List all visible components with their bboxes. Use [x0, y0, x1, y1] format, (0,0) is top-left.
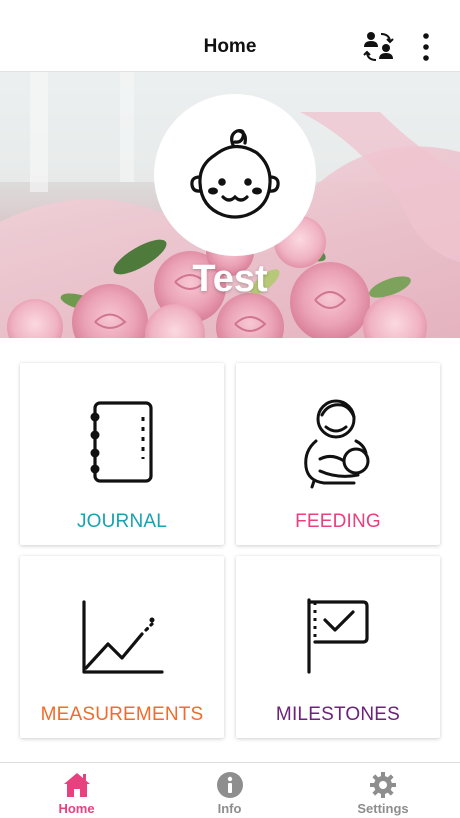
measurements-label: MEASUREMENTS: [40, 704, 204, 725]
bottom-tab-bar: Home Info Settings: [0, 762, 460, 818]
milestone-flag-icon: [307, 598, 369, 674]
milestones-label: MILESTONES: [275, 704, 401, 725]
more-vertical-icon: [423, 33, 429, 61]
baby-face-icon: [190, 129, 280, 219]
home-icon: [63, 773, 90, 797]
tab-settings-label: Settings: [357, 801, 409, 816]
baby-avatar[interactable]: [154, 94, 316, 256]
tab-settings[interactable]: Settings: [306, 763, 460, 818]
feeding-label: FEEDING: [295, 511, 381, 532]
info-icon: [216, 772, 243, 798]
more-options-button[interactable]: [414, 30, 438, 64]
baby-name: Test: [192, 258, 268, 300]
switch-user-icon: [363, 32, 394, 61]
tab-home-label: Home: [58, 801, 95, 816]
journal-label: JOURNAL: [76, 511, 168, 532]
breastfeeding-icon: [304, 399, 370, 489]
journal-icon: [90, 401, 153, 483]
tab-home[interactable]: Home: [0, 763, 153, 818]
measurements-tile[interactable]: MEASUREMENTS: [20, 556, 224, 738]
top-app-bar: Home: [0, 0, 460, 72]
journal-tile[interactable]: JOURNAL: [20, 363, 224, 545]
tab-info-label: Info: [217, 801, 242, 816]
milestones-tile[interactable]: MILESTONES: [236, 556, 440, 738]
tab-info[interactable]: Info: [153, 763, 306, 818]
growth-chart-icon: [82, 600, 164, 674]
gear-icon: [370, 772, 396, 798]
switch-baby-button[interactable]: [362, 30, 396, 64]
baby-profile-banner[interactable]: Test: [0, 72, 460, 338]
feeding-tile[interactable]: FEEDING: [236, 363, 440, 545]
